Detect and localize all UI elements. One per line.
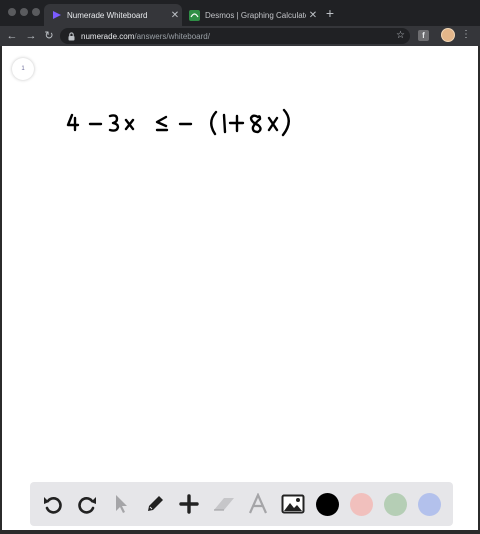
select-pointer-icon[interactable] bbox=[106, 489, 136, 519]
reload-icon[interactable]: ↻ bbox=[42, 28, 56, 44]
close-window-button[interactable] bbox=[8, 8, 16, 16]
whiteboard-toolbar bbox=[30, 482, 453, 526]
tab-title: Numerade Whiteboard bbox=[67, 10, 148, 20]
whiteboard-canvas[interactable]: 1 bbox=[2, 46, 478, 530]
text-icon[interactable] bbox=[243, 489, 273, 519]
tab-desmos[interactable]: Desmos | Graphing Calculator ✕ bbox=[182, 4, 320, 26]
profile-avatar[interactable] bbox=[441, 28, 455, 42]
color-swatch bbox=[349, 492, 373, 516]
url-host: numerade.com bbox=[81, 31, 135, 41]
redo-icon[interactable] bbox=[72, 489, 102, 519]
close-tab-icon[interactable]: ✕ bbox=[306, 10, 320, 21]
undo-icon[interactable] bbox=[38, 489, 68, 519]
color-swatch bbox=[315, 492, 339, 516]
facebook-extension-icon[interactable]: f bbox=[418, 30, 429, 41]
address-bar[interactable]: numerade.com/answers/whiteboard/ ☆ bbox=[60, 28, 410, 44]
new-tab-button[interactable]: + bbox=[322, 5, 338, 21]
minimize-window-button[interactable] bbox=[20, 8, 28, 16]
close-tab-icon[interactable]: ✕ bbox=[168, 10, 182, 21]
maximize-window-button[interactable] bbox=[32, 8, 40, 16]
back-arrow-icon[interactable]: ← bbox=[5, 28, 19, 44]
eraser-icon[interactable] bbox=[209, 489, 239, 519]
color-black-button[interactable] bbox=[312, 489, 342, 519]
color-pink-button[interactable] bbox=[346, 489, 376, 519]
tab-title: Desmos | Graphing Calculator bbox=[205, 10, 306, 20]
color-blue-button[interactable] bbox=[414, 489, 444, 519]
lock-icon bbox=[68, 31, 76, 41]
color-green-button[interactable] bbox=[380, 489, 410, 519]
add-icon[interactable] bbox=[174, 489, 204, 519]
numerade-logo-icon bbox=[51, 10, 62, 21]
forward-arrow-icon[interactable]: → bbox=[24, 28, 38, 44]
url-path: /answers/whiteboard/ bbox=[134, 31, 210, 41]
menu-dots-icon[interactable]: ⋮ bbox=[461, 29, 471, 41]
tab-numerade-whiteboard[interactable]: Numerade Whiteboard ✕ bbox=[44, 4, 182, 26]
tab-bar: Numerade Whiteboard ✕ Desmos | Graphing … bbox=[0, 0, 480, 26]
image-icon[interactable] bbox=[278, 489, 308, 519]
color-swatch bbox=[417, 492, 441, 516]
browser-toolbar: ← → ↻ numerade.com/answers/whiteboard/ ☆ bbox=[0, 26, 480, 46]
desmos-logo-icon bbox=[189, 9, 200, 21]
handwriting-ink bbox=[66, 108, 290, 137]
bookmark-star-icon[interactable]: ☆ bbox=[396, 28, 405, 44]
pen-icon[interactable] bbox=[140, 489, 170, 519]
color-swatch bbox=[383, 492, 407, 516]
